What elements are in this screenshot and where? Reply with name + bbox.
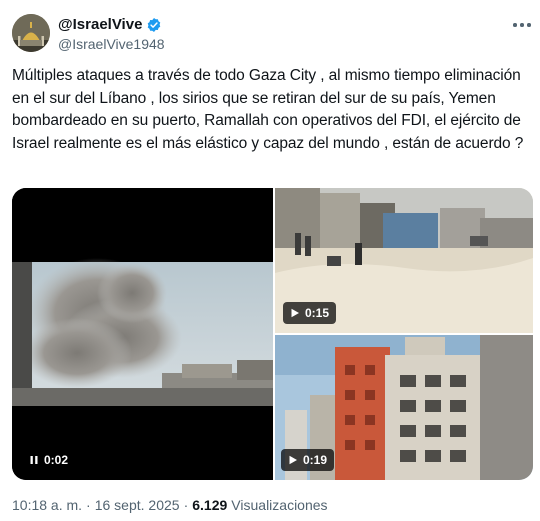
video-1[interactable]: 0:02 [12,188,273,480]
video-2-duration-badge[interactable]: 0:15 [283,302,337,324]
meta-separator: · [183,497,189,513]
tweet-card: @IsraelVive @IsraelVive1948 Múltiples at… [0,0,540,521]
author-handle[interactable]: @IsraelVive1948 [58,36,165,52]
author-name-row: @IsraelVive [58,16,162,33]
play-icon [289,455,297,465]
media-grid: 0:02 0:15 0:19 [12,188,533,480]
views-count: 6.129 [192,497,228,513]
tweet-date[interactable]: 16 sept. 2025 [95,497,180,513]
video-2-duration: 0:15 [305,306,330,320]
video-2[interactable]: 0:15 [275,188,533,333]
video-3-duration-badge[interactable]: 0:19 [281,449,335,471]
avatar[interactable] [12,14,50,52]
verified-badge-icon [148,17,161,32]
video-1-frame [12,188,273,480]
video-3[interactable]: 0:19 [275,335,533,480]
tweet-time[interactable]: 10:18 a. m. [12,497,82,513]
more-horizontal-icon[interactable] [512,18,532,32]
video-3-duration: 0:19 [303,453,328,467]
tweet-text: Múltiples ataques a través de todo Gaza … [12,67,524,152]
meta-separator: · [86,497,91,513]
pause-icon [30,456,38,464]
tweet-meta: 10:18 a. m. · 16 sept. 2025 · 6.129 Visu… [12,497,328,513]
views-label: Visualizaciones [231,497,328,513]
mosque-dome-avatar-icon [12,14,50,52]
video-1-duration-badge[interactable]: 0:02 [22,449,76,471]
display-name[interactable]: @IsraelVive [58,16,142,33]
video-1-duration: 0:02 [44,453,69,467]
play-icon [291,308,299,318]
